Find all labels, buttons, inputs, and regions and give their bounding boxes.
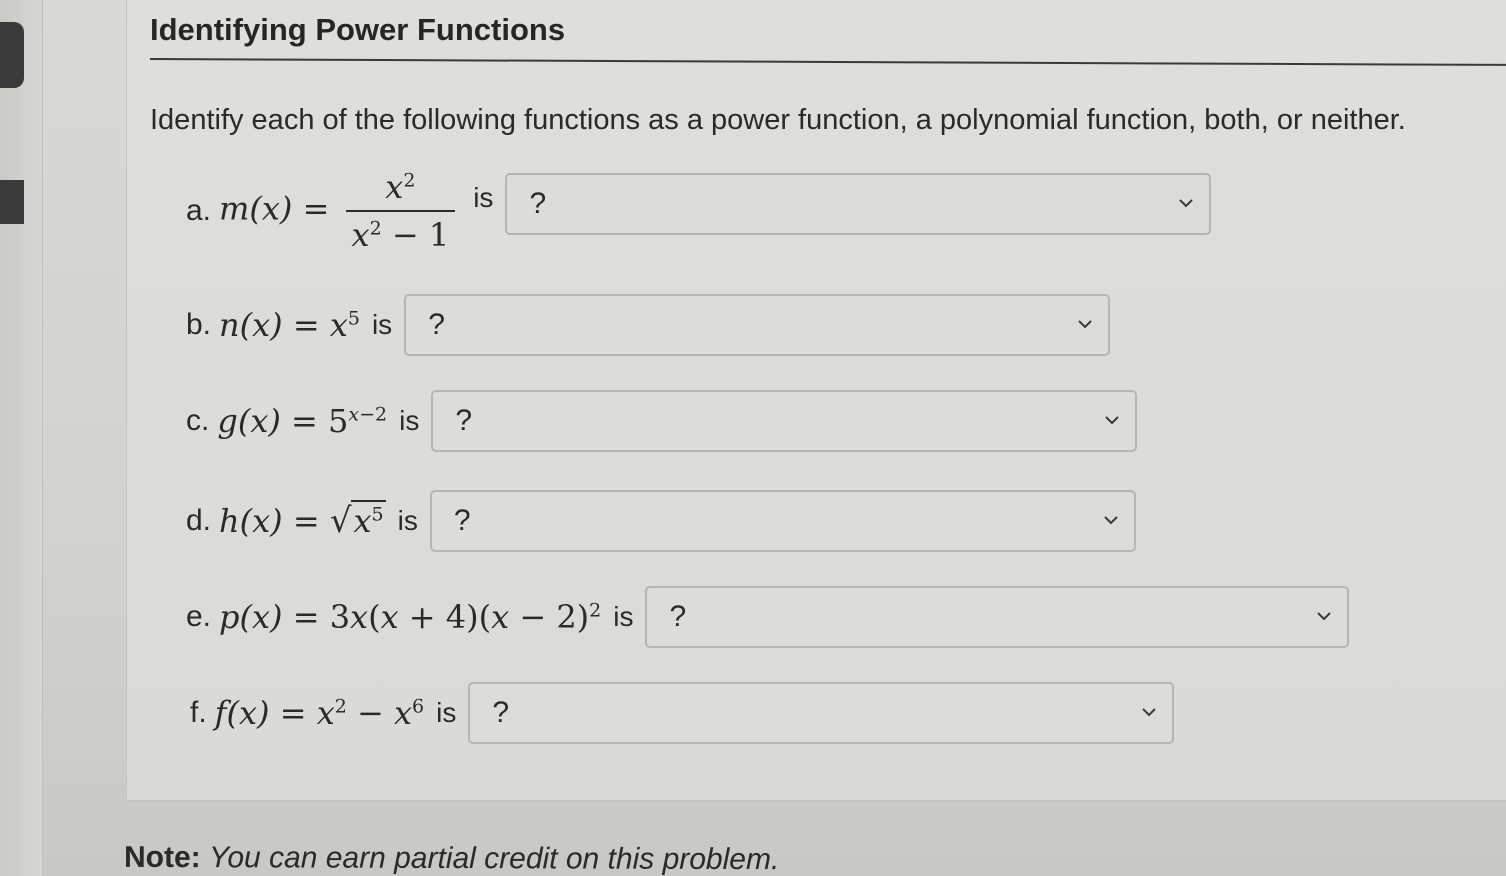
question-f: f. f(x) = x2 − x6 is ? [190,682,1175,744]
answer-select-f[interactable]: ? [468,682,1175,744]
question-letter: b. [186,308,212,341]
selected-value: ? [529,187,547,220]
note-label: Note: [123,840,201,875]
connector-word: is [613,601,634,632]
question-letter: f. [190,696,207,729]
left-sidebar [0,0,43,876]
question-letter: a. [186,194,212,227]
connector-word: is [436,697,457,728]
question-a: a. m(x) = x2 x2 − 1 is ? [186,168,1212,254]
connector-word: is [397,505,418,536]
question-d: d. h(x) = √x5 is ? [186,490,1136,552]
expression-d: h(x) = √x5 [219,500,386,541]
answer-select-b[interactable]: ? [404,294,1111,356]
sidebar-tab[interactable] [0,22,24,88]
expression-e: p(x) = 3x(x + 4)(x − 2)2 [219,598,602,636]
selected-value: ? [428,308,445,341]
expression-f: f(x) = x2 − x6 [214,694,425,732]
connector-word: is [399,405,420,436]
answer-select-d[interactable]: ? [429,490,1136,552]
chevron-down-icon [1142,708,1157,717]
chevron-down-icon [1104,516,1118,525]
selected-value: ? [453,504,471,537]
partial-credit-note: Note: You can earn partial credit on thi… [124,841,779,876]
chevron-down-icon [1317,612,1332,621]
answer-select-e[interactable]: ? [645,586,1350,648]
note-text: You can earn partial credit on this prob… [208,841,780,876]
question-e: e. p(x) = 3x(x + 4)(x − 2)2 is ? [186,586,1350,648]
selected-value: ? [492,696,510,729]
question-letter: d. [186,504,212,537]
selected-value: ? [669,600,687,633]
chevron-down-icon [1078,320,1092,329]
question-letter: c. [186,404,210,437]
answer-select-a[interactable]: ? [505,173,1212,235]
fraction: x2 x2 − 1 [345,168,456,254]
page: Identifying Power Functions Identify eac… [0,0,1506,876]
question-letter: e. [186,600,212,633]
connector-word: is [473,182,494,213]
selected-value: ? [455,404,473,437]
expression-b: n(x) = x5 [219,306,360,344]
question-c: c. g(x) = 5x−2 is ? [186,390,1138,452]
connector-word: is [371,309,393,340]
question-b: b. n(x) = x5 is ? [186,294,1111,356]
answer-select-c[interactable]: ? [431,390,1138,452]
expression-c: g(x) = 5x−2 [217,402,388,440]
expression-a: m(x) = x2 x2 − 1 [219,168,461,254]
chevron-down-icon [1105,416,1120,425]
chevron-down-icon [1179,199,1194,208]
page-title: Identifying Power Functions [150,12,566,47]
instructions: Identify each of the following functions… [150,104,1406,136]
sidebar-marker [0,180,24,224]
